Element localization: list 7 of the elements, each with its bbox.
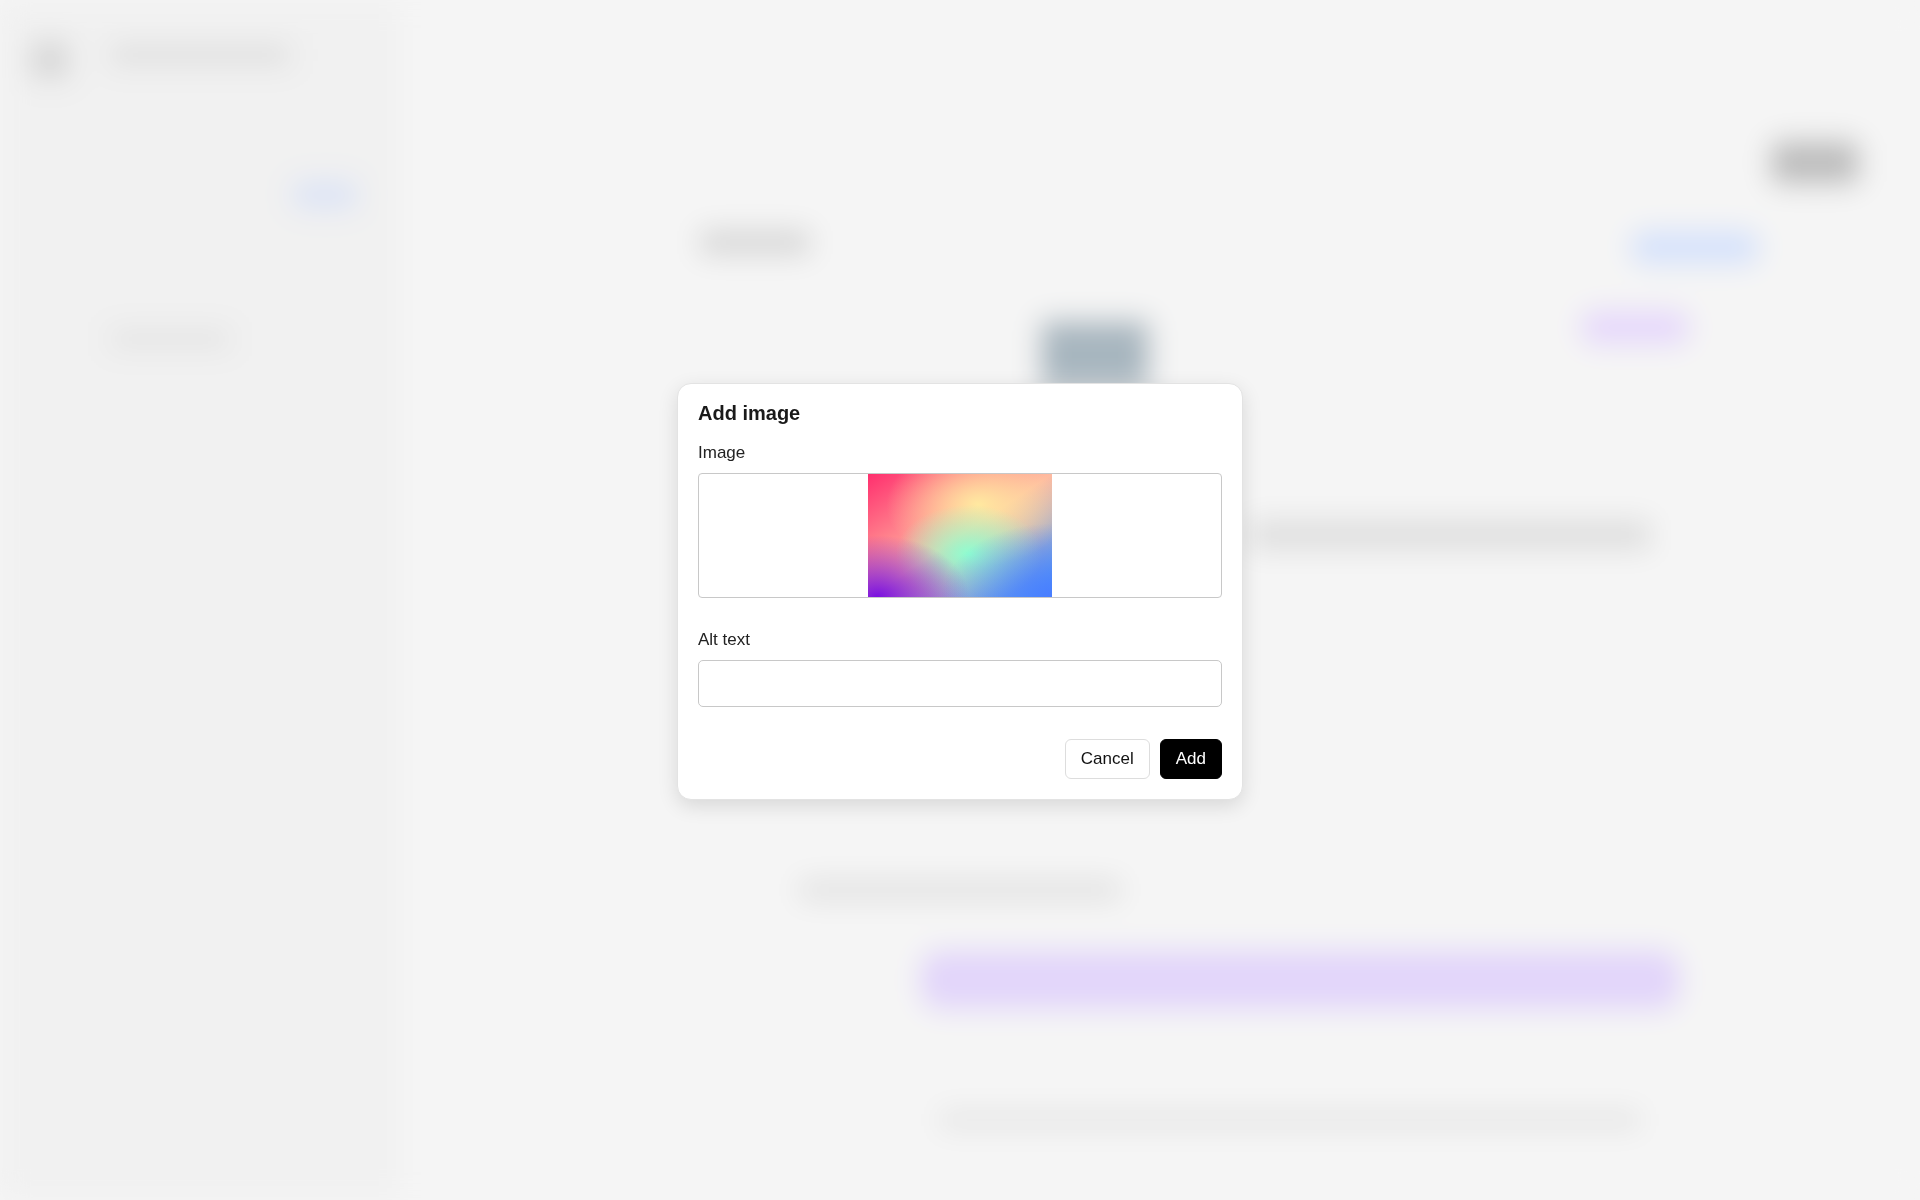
cancel-button[interactable]: Cancel [1064, 739, 1150, 779]
dialog-title: Add image [698, 402, 802, 425]
field-label: Alt text [698, 630, 751, 650]
image-dropzone[interactable] [698, 473, 1222, 598]
alt-text-field[interactable] [698, 660, 1222, 707]
add-button[interactable]: Add [1159, 739, 1222, 779]
field-label: Image [698, 443, 747, 463]
